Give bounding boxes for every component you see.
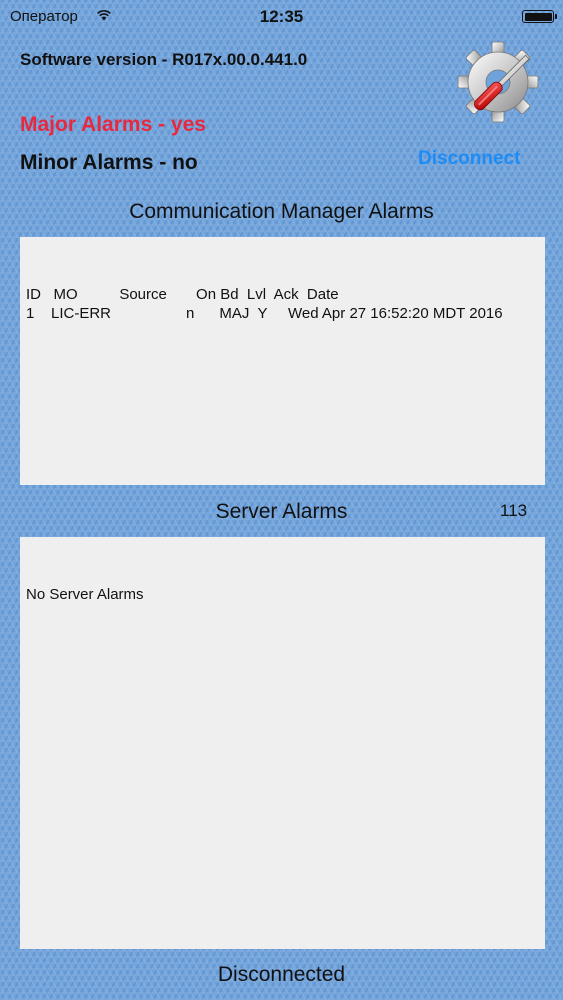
settings-gear-screwdriver-icon[interactable] [456, 40, 544, 130]
server-alarms-message: No Server Alarms [26, 586, 144, 603]
disconnect-button[interactable]: Disconnect [418, 148, 520, 170]
server-alarms-panel[interactable]: No Server Alarms [20, 537, 545, 949]
cm-alarms-title: Communication Manager Alarms [129, 200, 434, 223]
minor-alarms-status: Minor Alarms - no [20, 151, 198, 174]
connection-status: Disconnected [217, 963, 346, 986]
cm-alarms-row: 1 LIC-ERR n MAJ Y Wed Apr 27 16:52:20 MD… [26, 305, 503, 322]
software-version-label: Software version - R017x.00.0.441.0 [20, 50, 308, 69]
server-alarms-count: 113 [500, 501, 528, 520]
server-alarms-title: Server Alarms [215, 500, 348, 523]
cm-alarms-header-row: ID MO Source On Bd Lvl Ack Date [26, 286, 339, 303]
major-alarms-status: Major Alarms - yes [20, 113, 206, 136]
cm-alarms-panel[interactable]: ID MO Source On Bd Lvl Ack Date 1 LIC-ER… [20, 237, 545, 485]
battery-icon [522, 10, 557, 23]
status-time: 12:35 [259, 7, 304, 26]
